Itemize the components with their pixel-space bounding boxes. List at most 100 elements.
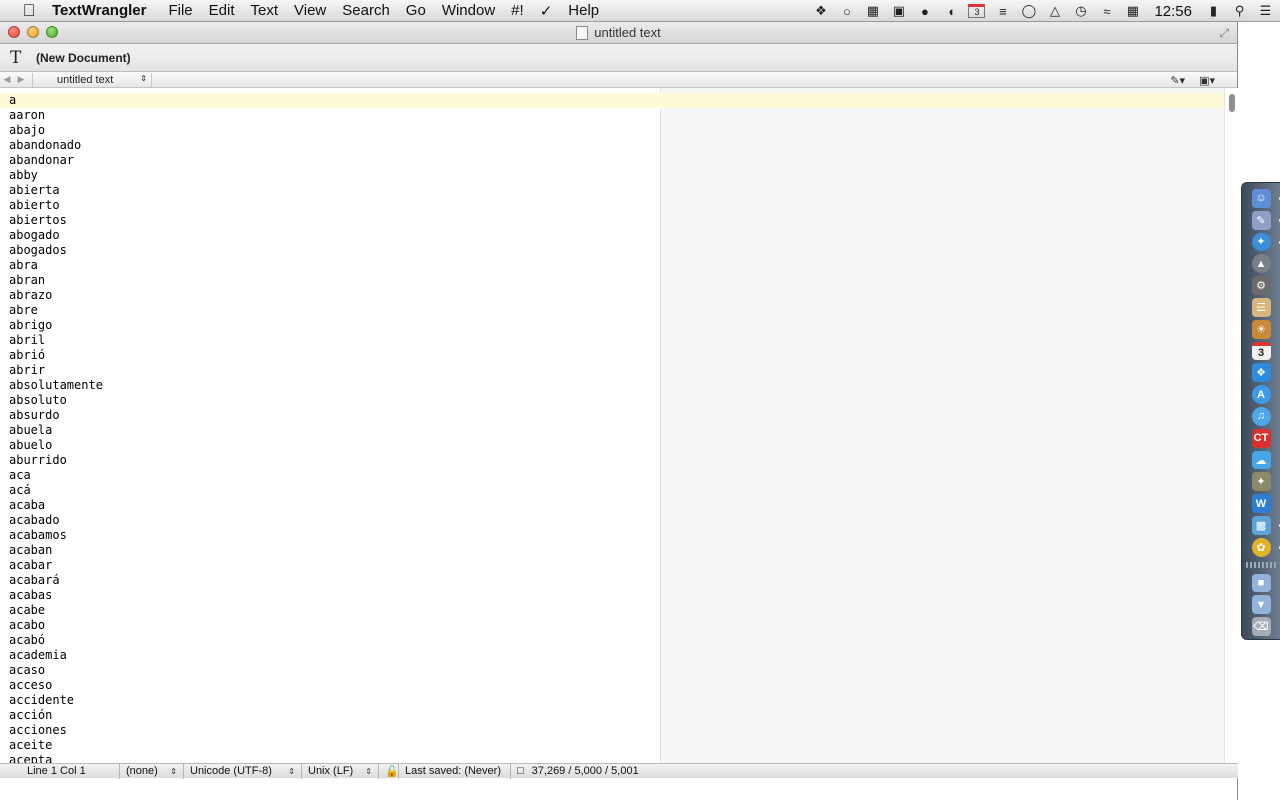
fullscreen-icon[interactable]: ⤢ bbox=[1219, 26, 1229, 41]
safari-dock-icon[interactable]: ✦ bbox=[1251, 232, 1280, 252]
text-line[interactable]: absoluto bbox=[0, 393, 660, 408]
d-tray-icon[interactable]: ◖ bbox=[942, 4, 959, 19]
menu-window[interactable]: Window bbox=[442, 2, 495, 19]
text-line[interactable]: abogados bbox=[0, 243, 660, 258]
text-line[interactable]: aburrido bbox=[0, 453, 660, 468]
stack-tray-icon[interactable]: ≡ bbox=[994, 4, 1011, 19]
airplay-tray-icon[interactable]: △ bbox=[1046, 3, 1063, 18]
preview-dock-icon[interactable]: ▩ bbox=[1251, 516, 1280, 535]
text-line[interactable]: abran bbox=[0, 273, 660, 288]
text-line[interactable]: abierta bbox=[0, 183, 660, 198]
tools-dock-icon[interactable]: ✦ bbox=[1251, 472, 1271, 492]
text-line[interactable]: abrió bbox=[0, 348, 660, 363]
spotlight-search-icon[interactable]: ⚲ bbox=[1231, 3, 1248, 18]
menu-search[interactable]: Search bbox=[342, 2, 390, 19]
display-tray-icon[interactable]: ▣ bbox=[890, 3, 907, 18]
text-line[interactable]: abierto bbox=[0, 198, 660, 213]
text-line[interactable]: abrazo bbox=[0, 288, 660, 303]
keyboard-icon[interactable]: ▦ bbox=[1124, 3, 1141, 18]
language-popup[interactable]: (none) ⇕ bbox=[120, 763, 184, 779]
back-arrow-icon[interactable]: ◀ bbox=[0, 74, 14, 85]
vertical-scrollbar[interactable] bbox=[1224, 88, 1238, 768]
text-line[interactable]: abogado bbox=[0, 228, 660, 243]
downloads-folder-dock-icon[interactable]: ▼ bbox=[1251, 595, 1271, 615]
calendar-tray-icon[interactable]: 3 bbox=[968, 4, 986, 18]
textwrangler-dock-icon[interactable]: ✎ bbox=[1251, 210, 1280, 230]
text-line[interactable]: acciones bbox=[0, 723, 660, 738]
notification-center-icon[interactable]: ☰ bbox=[1257, 3, 1274, 18]
menu-go[interactable]: Go bbox=[406, 2, 426, 19]
text-line[interactable]: abra bbox=[0, 258, 660, 273]
text-line[interactable]: acaso bbox=[0, 663, 660, 678]
menu-edit[interactable]: Edit bbox=[209, 2, 235, 19]
wifi-icon[interactable]: ≈ bbox=[1098, 4, 1115, 19]
text-line[interactable]: abuela bbox=[0, 423, 660, 438]
title-bar[interactable]: untitled text ⤢ bbox=[0, 22, 1237, 44]
encoding-popup[interactable]: Unicode (UTF-8) ⇕ bbox=[184, 763, 302, 779]
notes-dock-icon[interactable]: ☰ bbox=[1251, 297, 1271, 317]
text-line[interactable]: aceite bbox=[0, 738, 660, 753]
menu-help[interactable]: Help bbox=[568, 2, 599, 19]
folder-dock-icon[interactable]: ■ bbox=[1251, 573, 1271, 593]
clock[interactable]: 12:56 bbox=[1154, 3, 1192, 20]
text-line[interactable]: abrigo bbox=[0, 318, 660, 333]
text-line[interactable]: abajo bbox=[0, 123, 660, 138]
fugu-dock-icon[interactable]: ✿ bbox=[1251, 537, 1280, 557]
text-line[interactable]: acabamos bbox=[0, 528, 660, 543]
text-line[interactable]: abiertos bbox=[0, 213, 660, 228]
cursor-position[interactable]: Line 1 Col 1 bbox=[0, 763, 120, 779]
launchpad-dock-icon[interactable]: ▲ bbox=[1251, 254, 1271, 274]
paw-tray-icon[interactable]: ● bbox=[916, 4, 933, 19]
text-line[interactable]: acabará bbox=[0, 573, 660, 588]
minimize-window-button[interactable] bbox=[27, 26, 39, 38]
trash-dock-icon[interactable]: ⌫ bbox=[1251, 617, 1271, 636]
text-content[interactable]: aaron abajo abandonado abandonar abby abierta… bbox=[0, 88, 660, 768]
word-dock-icon[interactable]: W bbox=[1251, 494, 1271, 513]
text-line[interactable]: abrir bbox=[0, 363, 660, 378]
sync-tray-icon[interactable]: ○ bbox=[838, 4, 855, 19]
scripts-menu-icon[interactable]: ✓ bbox=[540, 2, 553, 20]
lock-icon[interactable]: 🔓 bbox=[379, 763, 399, 779]
scroll-thumb[interactable] bbox=[1229, 94, 1235, 112]
dropbox-dock-icon[interactable]: ❖ bbox=[1251, 363, 1271, 383]
ct-app-dock-icon[interactable]: CT bbox=[1251, 428, 1271, 448]
text-line[interactable]: acá bbox=[0, 483, 660, 498]
text-line[interactable]: accidente bbox=[0, 693, 660, 708]
text-line[interactable]: acaba bbox=[0, 498, 660, 513]
text-line[interactable]: acabar bbox=[0, 558, 660, 573]
text-line[interactable]: abril bbox=[0, 333, 660, 348]
finder-dock-icon[interactable]: ☺ bbox=[1251, 189, 1280, 208]
system-preferences-dock-icon[interactable]: ⚙ bbox=[1251, 276, 1271, 295]
text-line[interactable]: acabado bbox=[0, 513, 660, 528]
photos-dock-icon[interactable]: ☀ bbox=[1251, 319, 1271, 339]
document-icon[interactable] bbox=[576, 25, 589, 40]
menu-view[interactable]: View bbox=[294, 2, 326, 19]
document-stats[interactable]: □ 37,269 / 5,000 / 5,001 bbox=[511, 764, 671, 779]
zoom-window-button[interactable] bbox=[46, 26, 58, 38]
text-editor[interactable]: aaron abajo abandonado abandonar abby abierta… bbox=[0, 88, 1224, 768]
text-line[interactable]: acabo bbox=[0, 618, 660, 633]
calendar-dock-icon[interactable]: 3 bbox=[1251, 341, 1271, 361]
text-line[interactable]: acabas bbox=[0, 588, 660, 603]
menu-text[interactable]: Text bbox=[251, 2, 279, 19]
text-line[interactable]: abre bbox=[0, 303, 660, 318]
file-popup[interactable]: untitled text ⇕ bbox=[57, 74, 147, 86]
menu-file[interactable]: File bbox=[168, 2, 192, 19]
forward-arrow-icon[interactable]: ▶ bbox=[14, 74, 28, 85]
text-line[interactable]: aca bbox=[0, 468, 660, 483]
dropbox-tray-icon[interactable]: ❖ bbox=[812, 3, 829, 18]
film-tray-icon[interactable]: ▦ bbox=[864, 3, 881, 18]
text-line[interactable]: acabe bbox=[0, 603, 660, 618]
app-store-dock-icon[interactable]: A bbox=[1251, 385, 1271, 405]
app-menu[interactable]: TextWrangler bbox=[52, 2, 146, 19]
text-line[interactable]: academia bbox=[0, 648, 660, 663]
current-line[interactable]: a bbox=[0, 93, 1224, 108]
documents-icon[interactable]: ▣▾ bbox=[1199, 74, 1215, 87]
text-line[interactable]: absolutamente bbox=[0, 378, 660, 393]
text-line[interactable]: abandonado bbox=[0, 138, 660, 153]
text-line[interactable]: acción bbox=[0, 708, 660, 723]
menu-shebang[interactable]: #! bbox=[511, 2, 524, 19]
drive-tray-icon[interactable]: ◯ bbox=[1020, 3, 1037, 18]
text-line[interactable]: acabó bbox=[0, 633, 660, 648]
text-line[interactable]: acaban bbox=[0, 543, 660, 558]
